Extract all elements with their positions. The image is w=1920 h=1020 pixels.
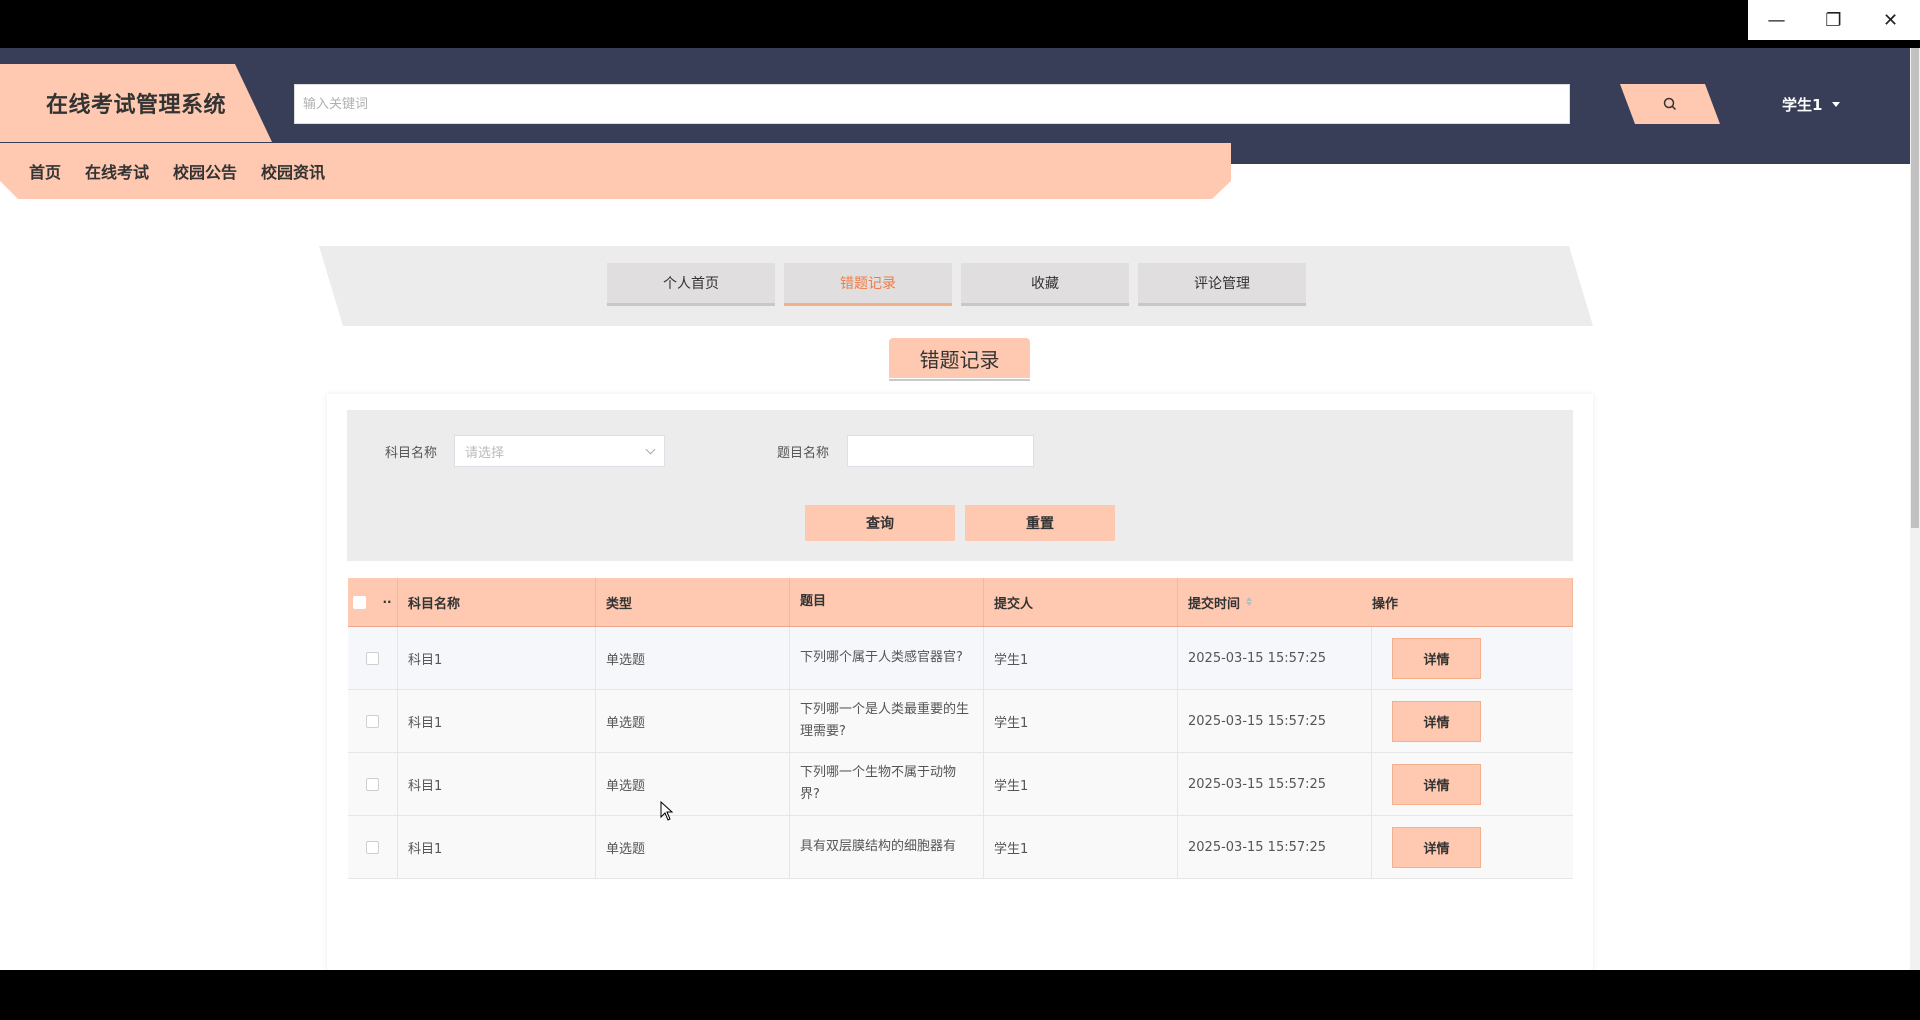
- row-checkbox[interactable]: [366, 777, 379, 791]
- cell-type: 单选题: [596, 627, 790, 689]
- restore-icon[interactable]: ❐: [1805, 0, 1862, 40]
- subject-label: 科目名称: [385, 446, 438, 461]
- cell-submit-time: 2025-03-15 15:57:25: [1178, 627, 1372, 689]
- main-nav: 首页 在线考试 校园公告 校园资讯: [0, 143, 1231, 199]
- cell-submitter: 学生1: [984, 816, 1178, 878]
- nav-item-home[interactable]: 首页: [29, 159, 61, 183]
- detail-button[interactable]: 详情: [1392, 637, 1481, 679]
- column-resize-handle[interactable]: ··: [382, 595, 391, 609]
- cell-question: 下列哪一个生物不属于动物界?: [790, 753, 984, 815]
- chevron-down-icon: [645, 444, 656, 454]
- cell-submitter: 学生1: [984, 753, 1178, 815]
- tab-profile-home[interactable]: 个人首页: [607, 263, 775, 306]
- row-checkbox[interactable]: [366, 714, 379, 728]
- cell-action: 详情: [1372, 627, 1573, 689]
- reset-button[interactable]: 重置: [965, 505, 1115, 541]
- window-bottom-frame: [0, 970, 1920, 1020]
- site-title: 在线考试管理系统: [46, 93, 227, 118]
- row-checkbox-cell: [348, 753, 398, 815]
- close-icon[interactable]: ✕: [1862, 0, 1919, 40]
- tab-favorites[interactable]: 收藏: [961, 263, 1129, 306]
- col-type: 类型: [596, 578, 790, 626]
- filter-box: [347, 410, 1573, 561]
- tab-wrong-records[interactable]: 错题记录: [784, 263, 952, 306]
- mouse-cursor-icon: [660, 801, 674, 821]
- minimize-icon[interactable]: —: [1748, 0, 1805, 40]
- user-name: 学生1: [1782, 95, 1823, 114]
- cell-subject: 科目1: [398, 627, 596, 689]
- row-checkbox[interactable]: [366, 840, 379, 854]
- detail-button[interactable]: 详情: [1392, 826, 1481, 868]
- search-button[interactable]: [1620, 84, 1720, 124]
- window-titlebar: — ❐ ✕: [0, 0, 1920, 48]
- cell-submitter: 学生1: [984, 627, 1178, 689]
- row-checkbox-cell: [348, 627, 398, 689]
- cell-submit-time: 2025-03-15 15:57:25: [1178, 816, 1372, 878]
- nav-item-online-exam[interactable]: 在线考试: [85, 159, 149, 183]
- row-checkbox[interactable]: [366, 651, 379, 665]
- wrong-records-table: ·· 科目名称 类型 题目 提交人 提交时间 操作 科目1 单选题 下列哪个属于…: [348, 578, 1573, 879]
- tab-comments[interactable]: 评论管理: [1138, 263, 1306, 306]
- select-all-checkbox[interactable]: [353, 595, 367, 609]
- row-checkbox-cell: [348, 816, 398, 878]
- table-row: 科目1 单选题 下列哪个属于人类感官器官? 学生1 2025-03-15 15:…: [348, 627, 1573, 690]
- subject-select-value: 请选择: [465, 445, 505, 461]
- cell-subject: 科目1: [398, 690, 596, 752]
- col-submit-time-label: 提交时间: [1188, 596, 1241, 612]
- col-action: 操作: [1372, 578, 1573, 626]
- cell-question: 具有双层膜结构的细胞器有: [790, 816, 984, 878]
- col-submitter: 提交人: [984, 578, 1178, 626]
- cell-submit-time: 2025-03-15 15:57:25: [1178, 753, 1372, 815]
- section-title: 错题记录: [889, 338, 1030, 378]
- col-subject: 科目名称: [398, 578, 596, 626]
- subject-select[interactable]: 请选择: [454, 435, 665, 467]
- cell-action: 详情: [1372, 816, 1573, 878]
- cell-type: 单选题: [596, 816, 790, 878]
- table-row: 科目1 单选题 下列哪一个生物不属于动物界? 学生1 2025-03-15 15…: [348, 753, 1573, 816]
- page-viewport: 在线考试管理系统 学生1 首页 在线考试 校园公告 校园资讯 个人首页 错题记录…: [0, 48, 1920, 970]
- caret-down-icon: [1832, 101, 1841, 107]
- cell-submit-time: 2025-03-15 15:57:25: [1178, 690, 1372, 752]
- cell-subject: 科目1: [398, 816, 596, 878]
- section-underline: [889, 379, 1030, 381]
- table-row: 科目1 单选题 下列哪一个是人类最重要的生理需要? 学生1 2025-03-15…: [348, 690, 1573, 753]
- profile-tabs: 个人首页 错题记录 收藏 评论管理: [607, 263, 1306, 306]
- nav-item-news[interactable]: 校园资讯: [261, 159, 325, 183]
- row-checkbox-cell: [348, 690, 398, 752]
- detail-button[interactable]: 详情: [1392, 700, 1481, 742]
- cell-question: 下列哪一个是人类最重要的生理需要?: [790, 690, 984, 752]
- table-header: ·· 科目名称 类型 题目 提交人 提交时间 操作: [348, 578, 1573, 627]
- question-input[interactable]: [847, 435, 1034, 467]
- user-menu[interactable]: 学生1: [1782, 92, 1841, 116]
- select-all-cell: ··: [348, 578, 398, 626]
- cell-action: 详情: [1372, 690, 1573, 752]
- cell-action: 详情: [1372, 753, 1573, 815]
- search-field[interactable]: [303, 96, 1561, 112]
- question-label: 题目名称: [777, 446, 830, 461]
- query-button[interactable]: 查询: [805, 505, 955, 541]
- detail-button[interactable]: 详情: [1392, 763, 1481, 805]
- table-row: 科目1 单选题 具有双层膜结构的细胞器有 学生1 2025-03-15 15:5…: [348, 816, 1573, 879]
- sort-icon[interactable]: [1246, 597, 1253, 606]
- cell-question: 下列哪个属于人类感官器官?: [790, 627, 984, 689]
- window-controls: — ❐ ✕: [1748, 0, 1920, 40]
- logo[interactable]: 在线考试管理系统: [0, 64, 272, 142]
- scrollbar-thumb[interactable]: [1911, 48, 1919, 528]
- col-question: 题目: [790, 578, 984, 626]
- col-submit-time[interactable]: 提交时间: [1178, 578, 1372, 626]
- cell-submitter: 学生1: [984, 690, 1178, 752]
- cell-subject: 科目1: [398, 753, 596, 815]
- search-input[interactable]: [294, 84, 1570, 124]
- vertical-scrollbar[interactable]: [1910, 48, 1920, 970]
- search-icon: [1663, 97, 1677, 111]
- nav-item-notice[interactable]: 校园公告: [173, 159, 237, 183]
- cell-type: 单选题: [596, 690, 790, 752]
- cell-type: 单选题: [596, 753, 790, 815]
